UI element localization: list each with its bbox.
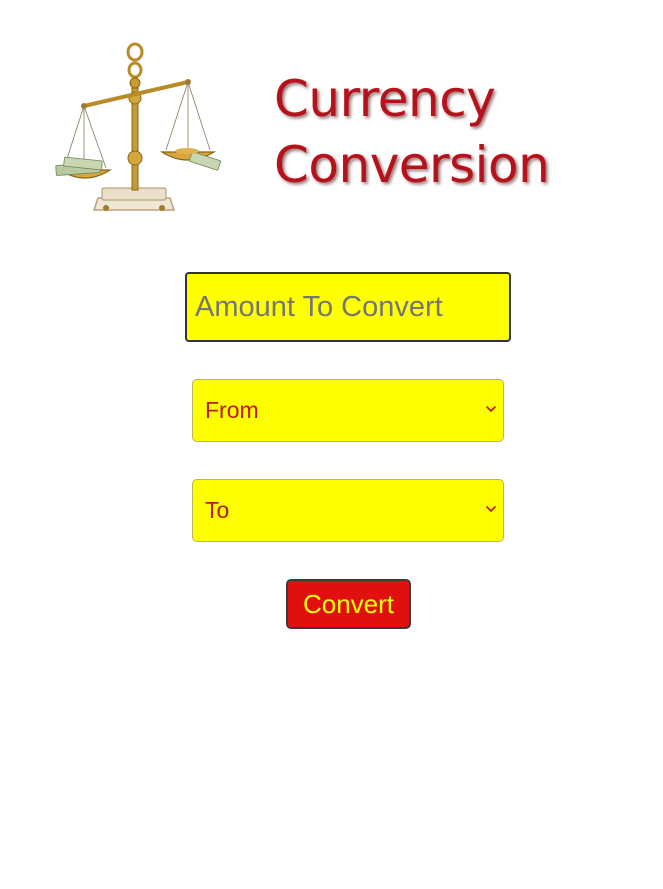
to-currency-select[interactable]: To xyxy=(192,479,504,542)
convert-button[interactable]: Convert xyxy=(286,579,411,629)
balance-scale-icon xyxy=(50,38,235,218)
amount-input[interactable] xyxy=(185,272,511,342)
chevron-down-icon xyxy=(486,506,496,512)
title-line-currency: Currency xyxy=(274,70,496,128)
chevron-down-icon xyxy=(486,406,496,412)
page-title: Currency Conversion xyxy=(274,66,550,198)
from-currency-select[interactable]: From xyxy=(192,379,504,442)
title-line-conversion: Conversion xyxy=(274,136,550,194)
from-select-label: From xyxy=(205,397,259,423)
to-select-label: To xyxy=(205,497,230,523)
header-banner: Currency Conversion xyxy=(50,38,610,218)
